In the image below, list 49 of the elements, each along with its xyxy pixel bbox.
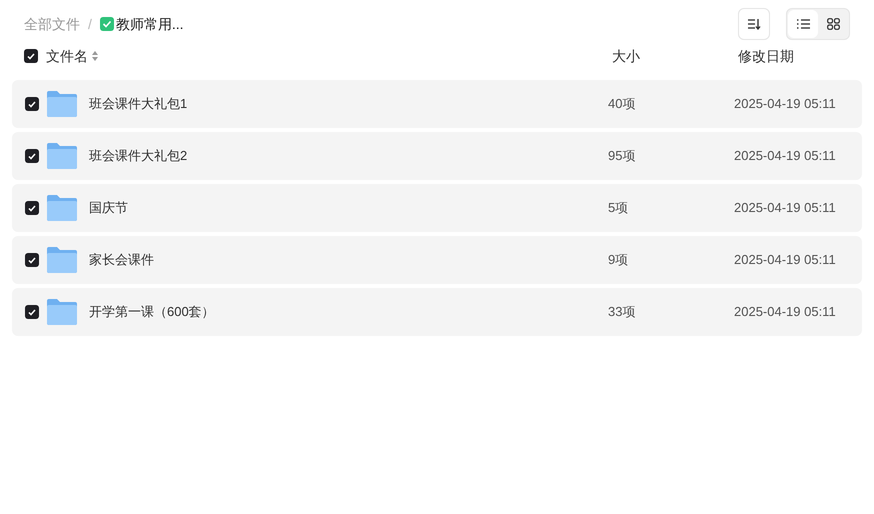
file-row[interactable]: 开学第一课（600套） 33项 2025-04-19 05:11: [12, 288, 862, 336]
row-checkbox[interactable]: [25, 149, 39, 163]
check-icon: [28, 204, 36, 212]
item-count: 9项: [608, 251, 628, 270]
folder-icon: [47, 91, 77, 117]
folder-icon: [47, 195, 77, 221]
file-name[interactable]: 班会课件大礼包1: [89, 94, 188, 114]
sort-button[interactable]: [738, 8, 770, 40]
check-icon: [27, 52, 35, 60]
file-name[interactable]: 家长会课件: [89, 250, 154, 270]
row-checkbox[interactable]: [25, 201, 39, 215]
file-row[interactable]: 家长会课件 9项 2025-04-19 05:11: [12, 236, 862, 284]
list-view-button[interactable]: [788, 10, 818, 38]
sort-toggle-icon: [92, 51, 98, 61]
check-icon: [28, 100, 36, 108]
modified-date: 2025-04-19 05:11: [734, 199, 836, 218]
sort-icon: [747, 18, 761, 30]
item-count: 40项: [608, 95, 636, 114]
file-row[interactable]: 班会课件大礼包2 95项 2025-04-19 05:11: [12, 132, 862, 180]
modified-date: 2025-04-19 05:11: [734, 147, 836, 166]
modified-date: 2025-04-19 05:11: [734, 251, 836, 270]
file-name[interactable]: 国庆节: [89, 198, 128, 218]
check-icon: [28, 256, 36, 264]
item-count: 95项: [608, 147, 636, 166]
breadcrumb-separator: /: [88, 14, 92, 34]
file-name[interactable]: 开学第一课（600套）: [89, 302, 215, 322]
grid-icon: [826, 18, 840, 30]
current-folder-crumb: 教师常用...: [116, 14, 184, 34]
check-icon: [28, 152, 36, 160]
item-count: 33项: [608, 303, 636, 322]
folder-icon: [47, 143, 77, 169]
date-column-header: 修改日期: [738, 46, 794, 66]
select-all-checkbox[interactable]: [24, 49, 38, 63]
row-checkbox[interactable]: [25, 253, 39, 267]
modified-date: 2025-04-19 05:11: [734, 95, 836, 114]
check-icon: [28, 308, 36, 316]
name-column-header[interactable]: 文件名: [46, 46, 88, 66]
file-row[interactable]: 国庆节 5项 2025-04-19 05:11: [12, 184, 862, 232]
size-column-header: 大小: [612, 46, 640, 66]
row-checkbox[interactable]: [25, 305, 39, 319]
check-badge-icon: [100, 17, 114, 31]
folder-icon: [47, 247, 77, 273]
modified-date: 2025-04-19 05:11: [734, 303, 836, 322]
item-count: 5项: [608, 199, 628, 218]
file-name[interactable]: 班会课件大礼包2: [89, 146, 188, 166]
file-row[interactable]: 班会课件大礼包1 40项 2025-04-19 05:11: [12, 80, 862, 128]
row-checkbox[interactable]: [25, 97, 39, 111]
folder-icon: [47, 299, 77, 325]
list-icon: [796, 19, 810, 29]
